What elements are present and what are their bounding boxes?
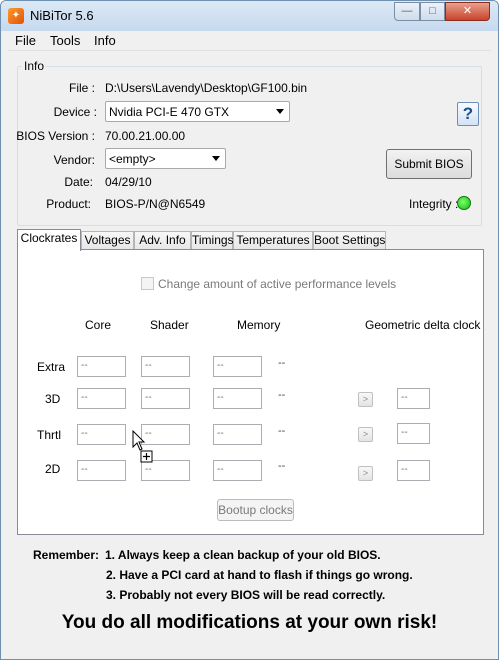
2d-core-input[interactable]: -- <box>77 460 126 481</box>
menu-tools[interactable]: Tools <box>50 33 80 48</box>
info-group-label: Info <box>22 59 47 73</box>
tab-voltages[interactable]: Voltages <box>81 231 134 250</box>
minimize-button[interactable]: — <box>394 2 420 21</box>
main-content: Info File : D:\Users\Lavendy\Desktop\GF1… <box>8 52 491 654</box>
product-label: Product: <box>46 197 91 211</box>
window-title: NiBiTor 5.6 <box>30 8 94 23</box>
geometric-column-header: Geometric delta clock <box>365 318 481 332</box>
reminder-line-2: 2. Have a PCI card at hand to flash if t… <box>106 568 413 582</box>
tab-temperatures[interactable]: Temperatures <box>233 231 313 250</box>
tab-adv-info[interactable]: Adv. Info <box>134 231 191 250</box>
row-label-thrtl: Thrtl <box>37 428 61 442</box>
2d-geometric-input[interactable]: -- <box>397 460 430 481</box>
thrtl-memory-suffix: -- <box>278 425 286 437</box>
date-value: 04/29/10 <box>105 175 152 189</box>
tab-timings[interactable]: Timings <box>191 231 234 250</box>
row-label-2d: 2D <box>45 462 61 476</box>
menu-info[interactable]: Info <box>94 33 116 48</box>
help-button[interactable]: ? <box>457 102 479 126</box>
3d-shader-input[interactable]: -- <box>141 388 190 409</box>
app-window: ✦ NiBiTor 5.6 — □ ✕ File Tools Info Info… <box>0 0 499 660</box>
thrtl-apply-arrow-button[interactable]: > <box>358 427 373 442</box>
file-label: File : <box>68 81 95 95</box>
file-path-value: D:\Users\Lavendy\Desktop\GF100.bin <box>105 81 308 95</box>
core-column-header: Core <box>85 318 112 332</box>
memory-column-header: Memory <box>237 318 281 332</box>
tab-boot-settings[interactable]: Boot Settings <box>313 231 386 250</box>
3d-memory-suffix: -- <box>278 389 286 401</box>
device-label: Device : <box>53 105 97 119</box>
extra-memory-input[interactable]: -- <box>213 356 262 377</box>
bootup-clocks-button[interactable]: Bootup clocks <box>217 499 294 521</box>
menu-file[interactable]: File <box>15 33 36 48</box>
bios-version-value: 70.00.21.00.00 <box>105 129 186 143</box>
menu-bar: File Tools Info <box>8 31 491 51</box>
bios-version-label: BIOS Version : <box>16 129 95 143</box>
remember-label: Remember: <box>33 548 100 562</box>
vendor-label: Vendor: <box>53 153 95 167</box>
extra-shader-input[interactable]: -- <box>141 356 190 377</box>
date-label: Date: <box>64 175 93 189</box>
3d-core-input[interactable]: -- <box>77 388 126 409</box>
performance-levels-checkbox[interactable] <box>141 277 154 290</box>
clockrates-panel: Change amount of active performance leve… <box>17 249 484 535</box>
device-select-value: Nvidia PCI-E 470 GTX <box>109 105 230 119</box>
extra-memory-suffix: -- <box>278 357 286 369</box>
title-bar[interactable]: ✦ NiBiTor 5.6 — □ ✕ <box>1 1 498 31</box>
product-value: BIOS-P/N@N6549 <box>105 197 206 211</box>
row-label-3d: 3D <box>45 392 61 406</box>
risk-warning: You do all modifications at your own ris… <box>61 612 438 633</box>
device-select[interactable]: Nvidia PCI-E 470 GTX <box>105 101 290 122</box>
vendor-select-value: <empty> <box>109 152 156 166</box>
extra-core-input[interactable]: -- <box>77 356 126 377</box>
reminder-line-3: 3. Probably not every BIOS will be read … <box>106 588 386 602</box>
chevron-down-icon <box>276 109 284 114</box>
row-label-extra: Extra <box>37 360 66 374</box>
3d-apply-arrow-button[interactable]: > <box>358 392 373 407</box>
3d-geometric-input[interactable]: -- <box>397 388 430 409</box>
chevron-down-icon <box>212 156 220 161</box>
app-logo-icon: ✦ <box>8 8 24 24</box>
tab-clockrates[interactable]: Clockrates <box>17 229 81 251</box>
maximize-button[interactable]: □ <box>420 2 445 21</box>
thrtl-core-input[interactable]: -- <box>77 424 126 445</box>
reminder-line-1: 1. Always keep a clean backup of your ol… <box>105 548 381 562</box>
2d-apply-arrow-button[interactable]: > <box>358 466 373 481</box>
3d-memory-input[interactable]: -- <box>213 388 262 409</box>
submit-bios-button[interactable]: Submit BIOS <box>386 149 472 179</box>
thrtl-geometric-input[interactable]: -- <box>397 423 430 444</box>
mouse-cursor-icon <box>132 430 153 463</box>
shader-column-header: Shader <box>150 318 189 332</box>
vendor-select[interactable]: <empty> <box>105 148 226 169</box>
2d-memory-input[interactable]: -- <box>213 460 262 481</box>
close-button[interactable]: ✕ <box>445 2 490 21</box>
thrtl-memory-input[interactable]: -- <box>213 424 262 445</box>
integrity-label: Integrity : <box>409 197 459 211</box>
2d-memory-suffix: -- <box>278 460 286 472</box>
performance-levels-label: Change amount of active performance leve… <box>158 277 397 291</box>
integrity-status-indicator <box>457 196 471 210</box>
